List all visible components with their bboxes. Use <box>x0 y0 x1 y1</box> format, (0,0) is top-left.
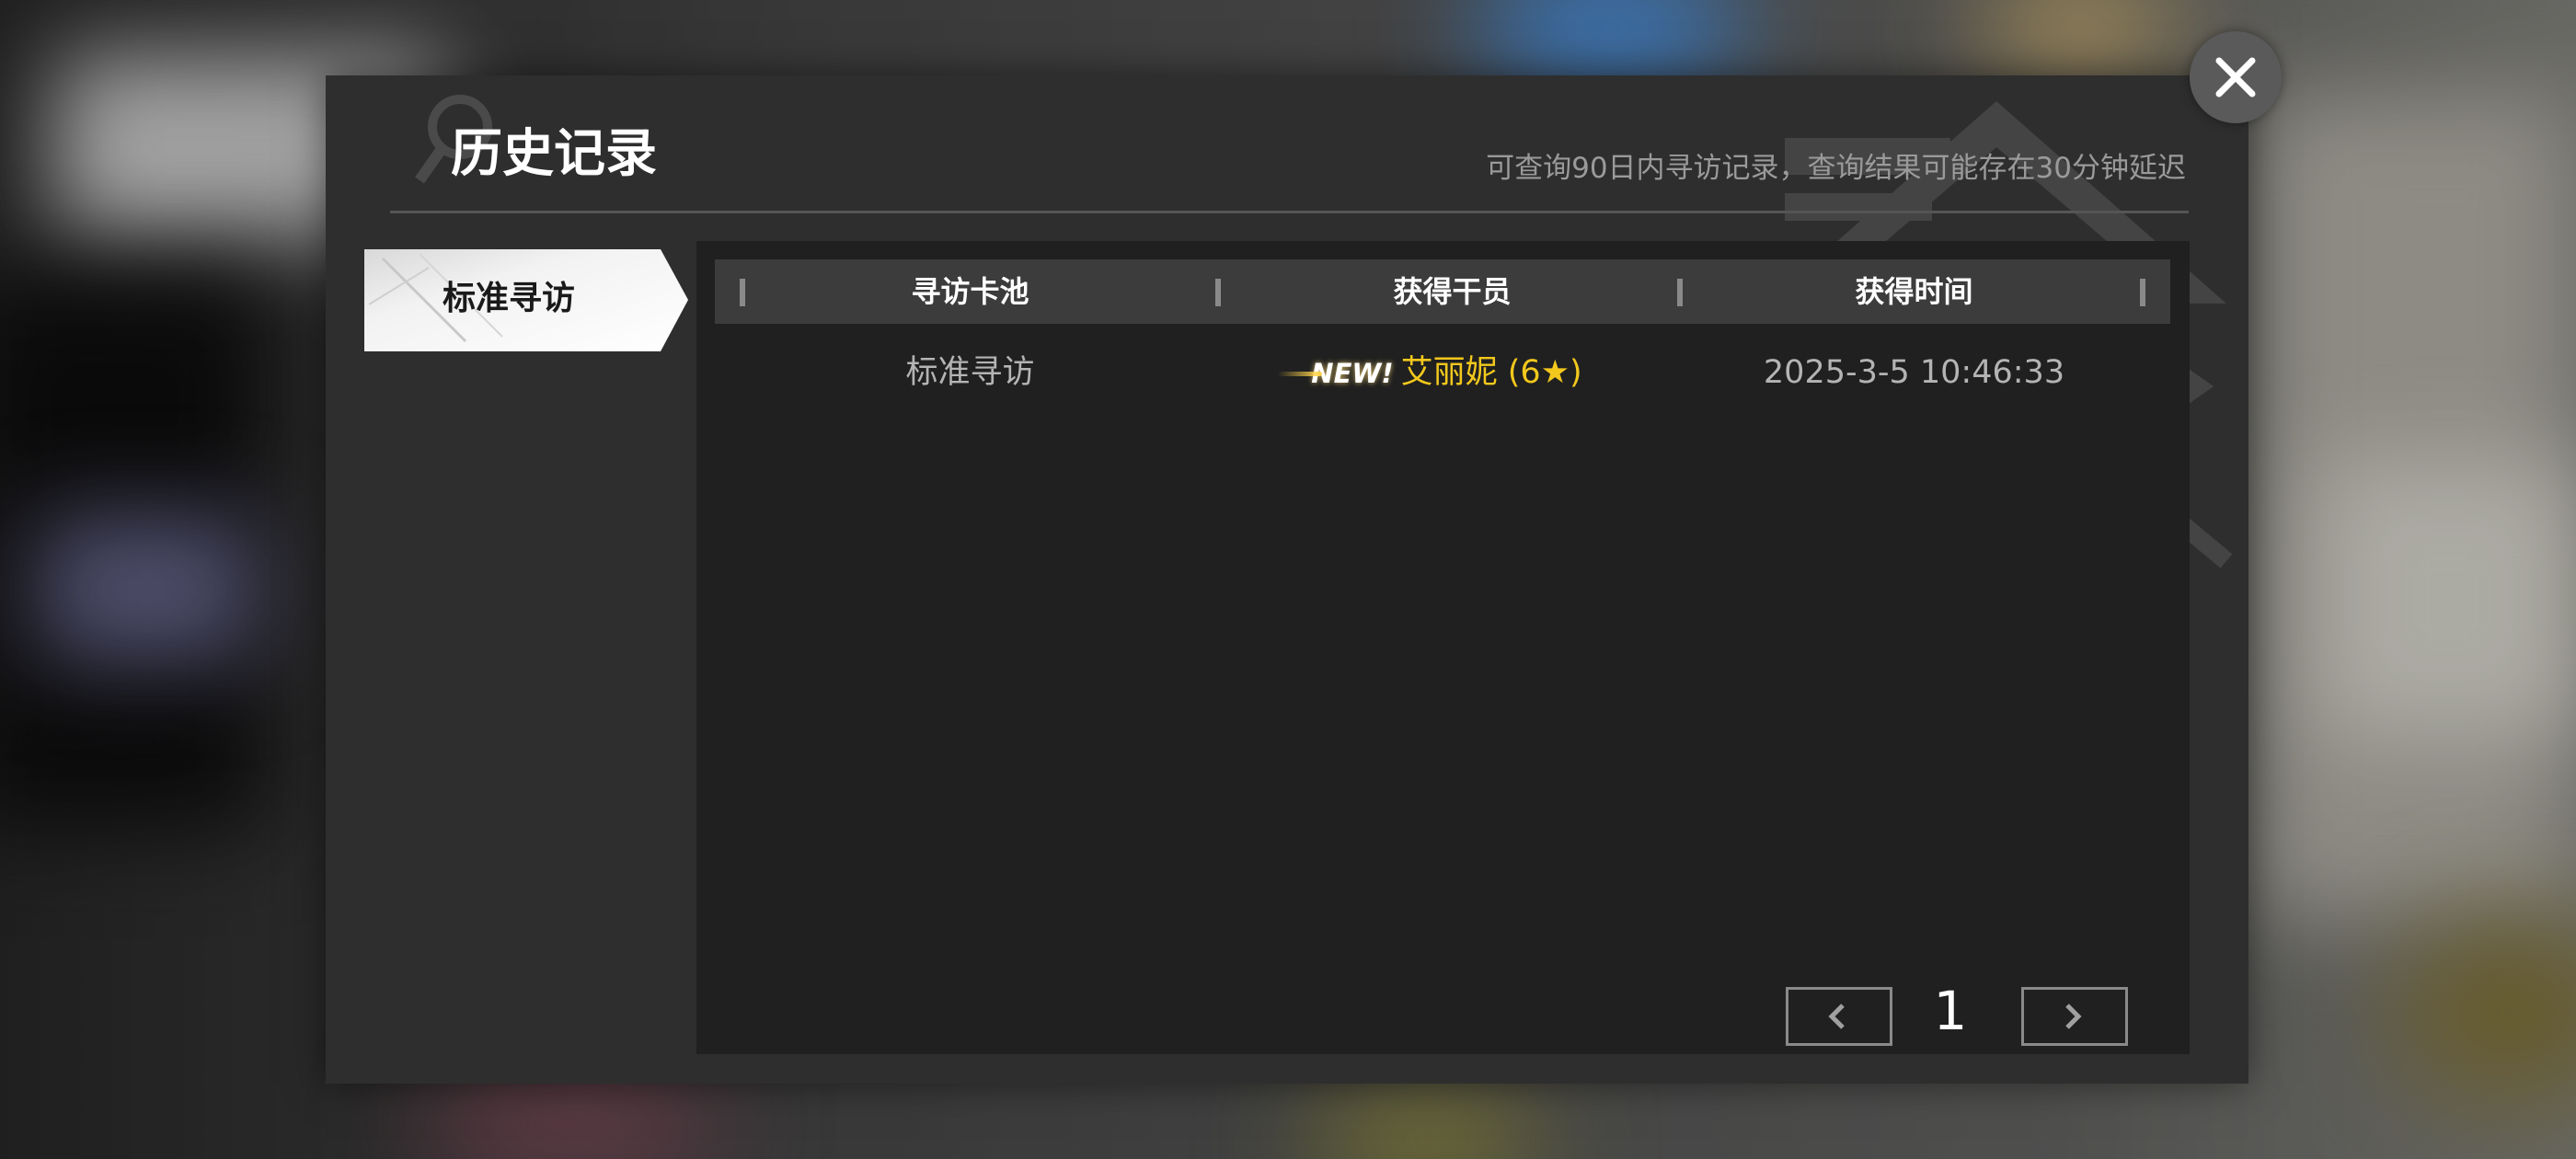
cell-operator: NEW! 艾丽妮 (6★) <box>1221 340 1639 405</box>
close-button[interactable] <box>2190 31 2282 123</box>
title-divider <box>390 211 2189 213</box>
page-number: 1 <box>1933 980 1968 1042</box>
prev-page-button[interactable] <box>1786 987 1892 1046</box>
tab-label: 标准寻访 <box>443 280 576 317</box>
table-header: 寻访卡池 获得干员 获得时间 <box>715 259 2170 324</box>
table-row: 标准寻访 NEW! 艾丽妮 (6★) 2025-3-5 10:46:33 <box>715 340 2170 405</box>
column-header-operator: 获得干员 <box>1393 274 1512 309</box>
cell-pool: 标准寻访 <box>905 354 1035 391</box>
operator-name: 艾丽妮 (6★) <box>1400 354 1582 391</box>
query-hint-text: 可查询90日内寻访记录，查询结果可能存在30分钟延迟 <box>1486 152 2186 185</box>
column-header-pool: 寻访卡池 <box>911 274 1029 309</box>
new-badge-label: NEW! <box>1311 358 1394 389</box>
close-icon <box>2215 57 2256 98</box>
next-page-button[interactable] <box>2021 987 2128 1046</box>
dialog-title: 历史记录 <box>451 124 657 184</box>
cell-time: 2025-3-5 10:46:33 <box>1763 354 2065 391</box>
chevron-right-icon <box>2065 1004 2082 1029</box>
tab-standard-headhunting[interactable]: 标准寻访 <box>364 249 688 351</box>
game-screen: 历史记录 可查询90日内寻访记录，查询结果可能存在30分钟延迟 标准寻访 寻访卡… <box>0 0 2576 1159</box>
header-separator <box>2140 279 2145 306</box>
badge-streak <box>1278 372 1323 376</box>
chevron-left-icon <box>1828 1004 1845 1029</box>
record-panel: 寻访卡池 获得干员 获得时间 标准寻访 NEW! 艾丽妮 (6★) 2025-3-… <box>696 241 2190 1054</box>
new-badge: NEW! <box>1278 341 1394 406</box>
column-header-time: 获得时间 <box>1855 274 1973 309</box>
